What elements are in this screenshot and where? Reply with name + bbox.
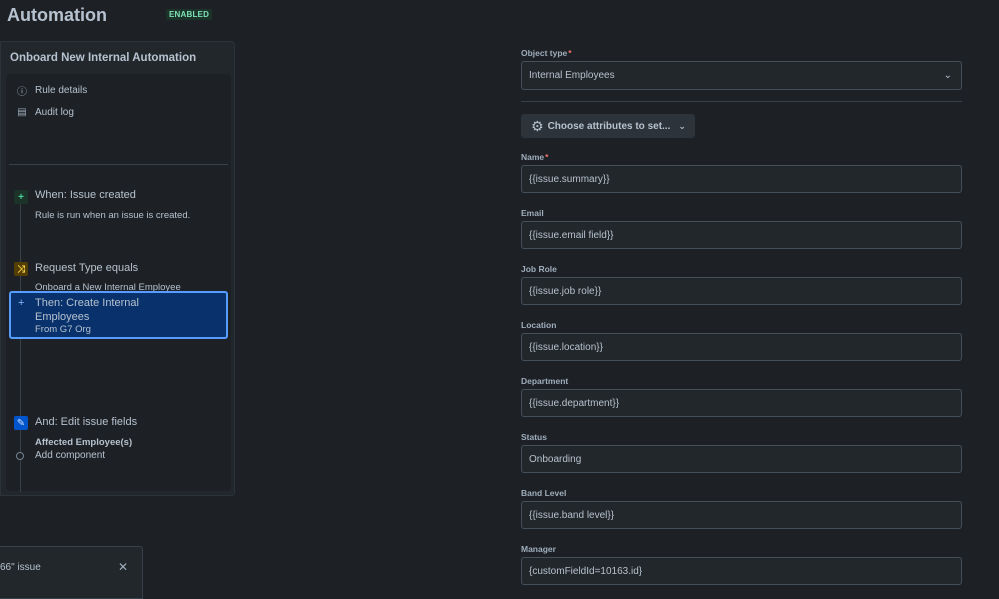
- page-title: Automation: [7, 5, 107, 25]
- audit-log-link[interactable]: ▤ Audit log: [16, 107, 74, 118]
- rule-name: Onboard New Internal Automation: [10, 52, 197, 64]
- chevron-down-icon: ⌄: [943, 70, 952, 81]
- location-input[interactable]: {{issue.location}}: [521, 333, 962, 361]
- audit-log-label: Audit log: [35, 107, 74, 118]
- rule-details-label: Rule details: [35, 85, 88, 96]
- gear-icon: ⚙: [531, 117, 544, 134]
- object-type-select[interactable]: Internal Employees ⌄: [521, 61, 962, 90]
- step-subtitle: From G7 Org: [35, 324, 91, 335]
- step-title: Request Type equals: [35, 262, 139, 274]
- field-label: Manager: [521, 544, 556, 554]
- step-action-selected[interactable]: + Then: Create Internal Employees From G…: [9, 291, 228, 339]
- status-badge: ENABLED: [166, 9, 213, 20]
- add-component-label: Add component: [35, 450, 106, 461]
- rule-component-list: ⓘ Rule details ▤ Audit log + When: Issue…: [6, 74, 231, 492]
- page-header: Automation: [7, 5, 107, 26]
- toast-notification: 66" issue ✕: [0, 546, 143, 599]
- info-icon: ⓘ: [17, 87, 27, 98]
- band-level-input[interactable]: {{issue.band level}}: [521, 501, 962, 529]
- divider: [521, 101, 962, 102]
- shuffle-icon: ⤨: [14, 262, 28, 276]
- close-icon[interactable]: ✕: [118, 560, 128, 574]
- field-label: Email: [521, 208, 544, 218]
- step-subtitle: Rule is run when an issue is created.: [35, 210, 191, 221]
- pencil-icon: ✎: [14, 416, 28, 430]
- status-input[interactable]: Onboarding: [521, 445, 962, 473]
- plus-icon: +: [14, 190, 28, 204]
- toast-message: 66" issue: [0, 562, 41, 573]
- add-component-button[interactable]: Add component: [16, 450, 105, 461]
- step-subtitle: Affected Employee(s): [35, 437, 133, 448]
- circle-icon: [16, 451, 24, 460]
- field-label: Band Level: [521, 488, 567, 498]
- choose-attributes-button[interactable]: ⚙ Choose attributes to set... ⌄: [521, 114, 695, 138]
- field-label: Job Role: [521, 264, 557, 274]
- field-label: Department: [521, 376, 569, 386]
- rule-panel: Onboard New Internal Automation ⓘ Rule d…: [0, 41, 235, 496]
- field-label: Location: [521, 320, 557, 330]
- choose-attributes-label: Choose attributes to set...: [547, 120, 671, 132]
- divider: [9, 164, 228, 165]
- job-role-input[interactable]: {{issue.job role}}: [521, 277, 962, 305]
- step-title: Then: Create Internal Employees: [35, 297, 139, 323]
- step-title: And: Edit issue fields: [35, 416, 138, 428]
- plus-icon: +: [18, 297, 25, 309]
- object-type-label: Object type*: [521, 48, 572, 58]
- timeline-line: [20, 192, 21, 492]
- field-label: Status: [521, 432, 547, 442]
- document-icon: ▤: [17, 107, 27, 118]
- field-label: Name*: [521, 152, 549, 162]
- rule-details-link[interactable]: ⓘ Rule details: [16, 83, 87, 98]
- object-type-value: Internal Employees: [529, 70, 615, 81]
- chevron-down-icon: ⌄: [678, 120, 686, 131]
- manager-input[interactable]: {customFieldId=10163.id}: [521, 557, 962, 585]
- step-title: When: Issue created: [35, 189, 136, 201]
- department-input[interactable]: {{issue.department}}: [521, 389, 962, 417]
- email-input[interactable]: {{issue.email field}}: [521, 221, 962, 249]
- name-input[interactable]: {{issue.summary}}: [521, 165, 962, 193]
